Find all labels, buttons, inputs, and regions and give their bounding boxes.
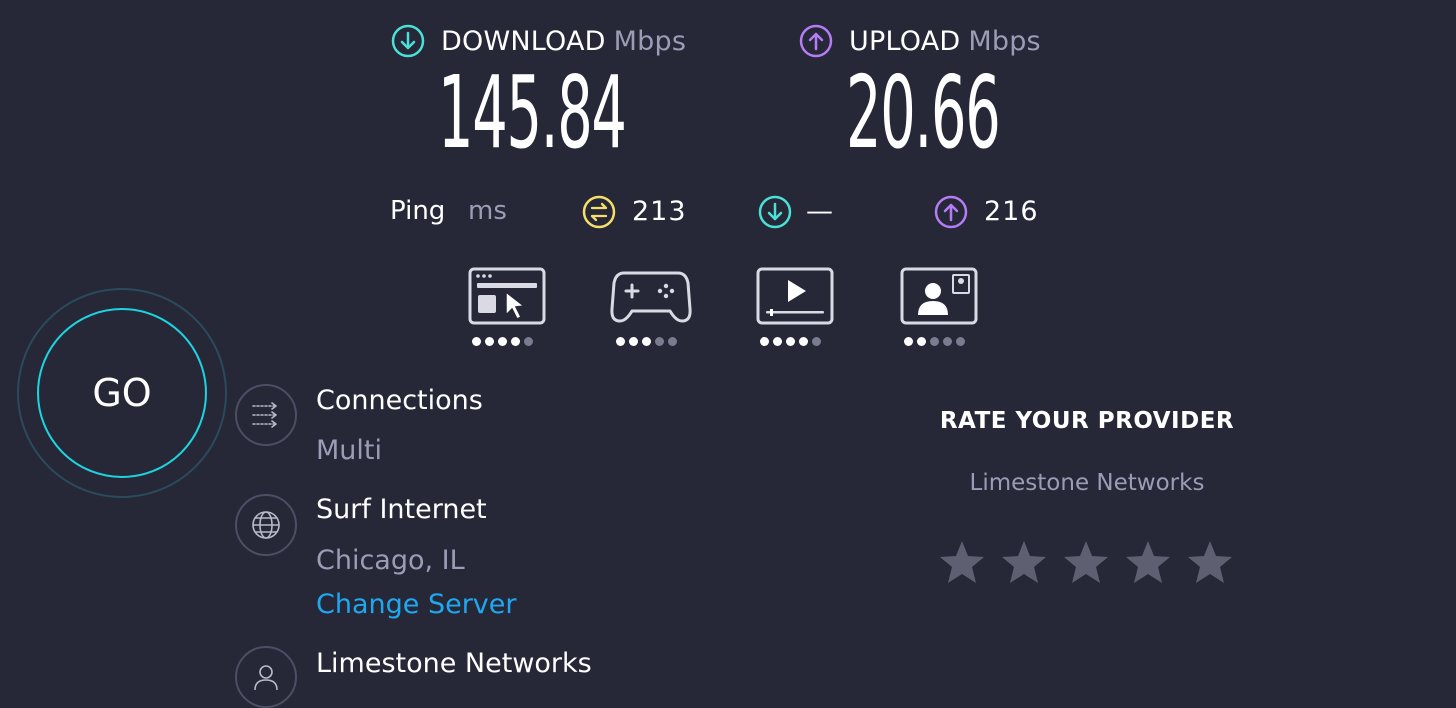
upload-label: UPLOAD [849,25,961,57]
download-value: 145.84 [438,54,627,171]
gamepad-icon [610,271,692,323]
use-case-gaming [610,267,692,346]
star-icon[interactable] [1186,538,1234,586]
star-icon[interactable] [1000,538,1048,586]
globe-icon [252,511,280,539]
use-case-web-browsing [468,267,546,346]
rate-provider-name: Limestone Networks [969,470,1205,496]
browser-cursor-icon [468,267,546,325]
star-icon[interactable] [1062,538,1110,586]
go-button[interactable]: GO [37,308,207,478]
globe-icon-wrap [235,494,297,556]
rate-provider-title: RATE YOUR PROVIDER [939,408,1235,434]
arrow-up-circle-icon [934,195,968,229]
rating-stars [938,538,1234,586]
arrow-down-circle-icon [758,195,792,229]
video-call-icon [900,267,978,325]
download-unit: Mbps [613,25,687,57]
person-icon-wrap [235,646,297,708]
video-play-icon [756,267,834,325]
star-icon[interactable] [1124,538,1172,586]
star-icon[interactable] [938,538,986,586]
server-name: Surf Internet [316,494,487,525]
person-icon [254,665,278,691]
download-label: DOWNLOAD [441,25,606,57]
connections-value[interactable]: Multi [316,435,382,466]
ping-unit: ms [468,196,507,226]
arrow-up-circle-icon [799,24,833,58]
ping-download-value: — [806,196,834,227]
upload-value: 20.66 [846,54,1001,171]
use-case-video-chat [900,267,978,346]
server-location: Chicago, IL [316,545,465,576]
ping-idle-value: 213 [632,196,687,227]
upload-unit: Mbps [968,25,1041,57]
use-case-video-streaming [756,267,834,346]
arrow-down-circle-icon [391,24,425,58]
rating-dots [760,337,834,346]
ping-idle-icon [582,195,616,229]
upload-header: UPLOAD Mbps [799,24,1041,58]
ping-upload-value: 216 [984,196,1039,227]
provider-name: Limestone Networks [316,648,592,679]
rating-dots [472,337,546,346]
download-header: DOWNLOAD Mbps [391,24,686,58]
rating-dots [904,337,978,346]
change-server-link[interactable]: Change Server [316,589,517,620]
rating-dots [616,337,692,346]
ping-label: Ping [390,196,446,226]
